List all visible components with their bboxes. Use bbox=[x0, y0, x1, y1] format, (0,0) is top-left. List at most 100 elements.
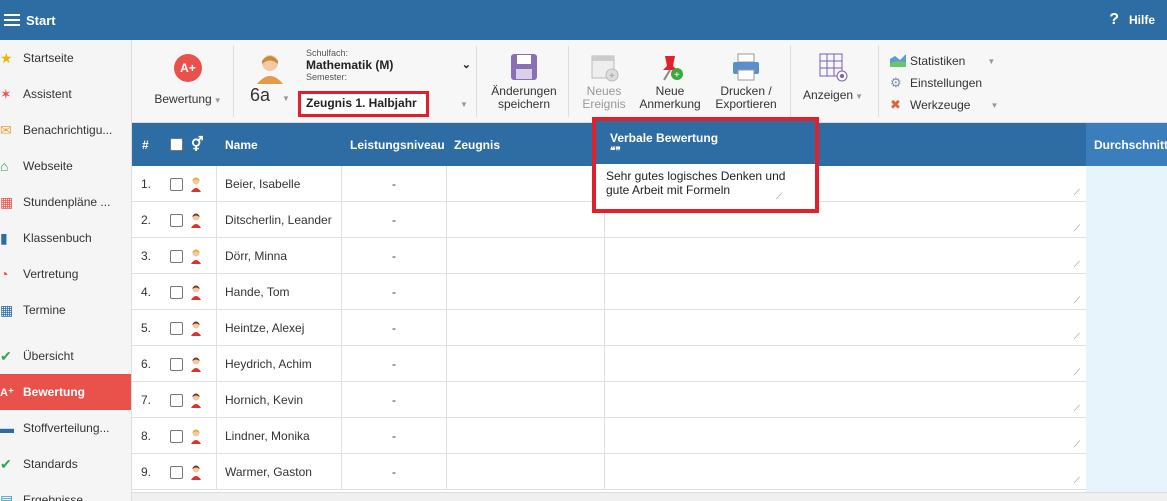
new-event-button[interactable]: + Neues Ereignis bbox=[576, 52, 632, 111]
row-checkbox[interactable] bbox=[170, 213, 183, 227]
row-checkbox-cell[interactable] bbox=[170, 346, 183, 382]
resize-handle-icon[interactable]: ⟋ bbox=[776, 191, 782, 202]
resize-handle-icon[interactable]: ⟋ bbox=[1074, 439, 1080, 450]
sidebar-item-1[interactable]: ✶ Assistent bbox=[0, 76, 131, 112]
bewertung-dropdown-button[interactable]: A+ Bewertung ▼ bbox=[152, 54, 224, 106]
performance-level[interactable]: - bbox=[342, 454, 446, 490]
student-name[interactable]: Heydrich, Achim bbox=[225, 346, 312, 382]
horizontal-scrollbar[interactable] bbox=[132, 492, 1167, 501]
show-dropdown-button[interactable]: Anzeigen ▼ bbox=[798, 52, 868, 103]
performance-level[interactable]: - bbox=[342, 274, 446, 310]
student-name[interactable]: Heintze, Alexej bbox=[225, 310, 304, 346]
row-checkbox[interactable] bbox=[170, 429, 183, 443]
resize-handle-icon[interactable]: ⟋ bbox=[1074, 259, 1080, 270]
sidebar-item-0[interactable]: ★ Startseite bbox=[0, 40, 131, 76]
student-name[interactable]: Dörr, Minna bbox=[225, 238, 287, 274]
student-name[interactable]: Lindner, Monika bbox=[225, 418, 310, 454]
zeugnis-cell[interactable] bbox=[447, 382, 604, 418]
row-checkbox[interactable] bbox=[170, 393, 183, 407]
row-checkbox[interactable] bbox=[170, 357, 183, 371]
row-checkbox-cell[interactable] bbox=[170, 202, 183, 238]
sidebar-item-9[interactable]: A⁺ Bewertung bbox=[0, 374, 131, 410]
student-name[interactable]: Warmer, Gaston bbox=[225, 454, 312, 490]
zeugnis-cell[interactable] bbox=[447, 166, 604, 202]
row-checkbox-cell[interactable] bbox=[170, 238, 183, 274]
resize-handle-icon[interactable]: ⟋ bbox=[1074, 223, 1080, 234]
student-name[interactable]: Hande, Tom bbox=[225, 274, 289, 310]
semester-select[interactable]: Zeugnis 1. Halbjahr bbox=[298, 91, 429, 117]
row-checkbox-cell[interactable] bbox=[170, 166, 183, 202]
resize-handle-icon[interactable]: ⟋ bbox=[1074, 367, 1080, 378]
sidebar-item-11[interactable]: ✔ Standards bbox=[0, 446, 131, 482]
subject-selector[interactable]: Schulfach: Mathematik (M) ⌄ Semester: bbox=[306, 48, 471, 82]
zeugnis-cell[interactable] bbox=[447, 202, 604, 238]
class-selector[interactable]: 6a ▼ bbox=[242, 50, 298, 106]
sidebar-item-8[interactable]: ✔ Übersicht bbox=[0, 338, 131, 374]
verbal-assessment-input[interactable]: Sehr gutes logisches Denken und gute Arb… bbox=[606, 169, 788, 201]
performance-level[interactable]: - bbox=[342, 418, 446, 454]
header-level[interactable]: Leistungsniveau bbox=[350, 123, 445, 166]
row-checkbox-cell[interactable] bbox=[170, 382, 183, 418]
zeugnis-cell[interactable] bbox=[447, 274, 604, 310]
row-checkbox-cell[interactable] bbox=[170, 274, 183, 310]
row-checkbox-cell[interactable] bbox=[170, 418, 183, 454]
app-title[interactable]: Start bbox=[26, 13, 56, 28]
sidebar-item-7[interactable]: ▦ Termine bbox=[0, 292, 131, 328]
sidebar-item-10[interactable]: ▬ Stoffverteilung... bbox=[0, 410, 131, 446]
chevron-down-icon[interactable]: ▼ bbox=[460, 100, 468, 109]
row-checkbox-cell[interactable] bbox=[170, 310, 183, 346]
sidebar-item-3[interactable]: ⌂ Webseite bbox=[0, 148, 131, 184]
header-verbal-assessment[interactable]: Verbale Bewertung ❝❞ bbox=[596, 121, 815, 164]
row-checkbox[interactable] bbox=[170, 285, 183, 299]
verbal-assessment-cell[interactable]: ⟋ bbox=[605, 454, 1086, 490]
performance-level[interactable]: - bbox=[342, 202, 446, 238]
verbal-assessment-cell[interactable]: ⟋ bbox=[605, 418, 1086, 454]
print-export-button[interactable]: Drucken / Exportieren bbox=[708, 52, 784, 111]
resize-handle-icon[interactable]: ⟋ bbox=[1074, 331, 1080, 342]
new-note-button[interactable]: + Neue Anmerkung bbox=[636, 52, 704, 111]
sidebar-item-12[interactable]: ▤ Ergebnisse bbox=[0, 482, 131, 501]
zeugnis-cell[interactable] bbox=[447, 310, 604, 346]
tools-menu-item[interactable]: ✖ Werkzeuge ▼ bbox=[890, 94, 998, 116]
row-checkbox[interactable] bbox=[170, 321, 183, 335]
verbal-assessment-cell[interactable]: ⟋ bbox=[605, 310, 1086, 346]
performance-level[interactable]: - bbox=[342, 346, 446, 382]
verbal-assessment-cell[interactable]: ⟋ bbox=[605, 274, 1086, 310]
sidebar-item-5[interactable]: ▮ Klassenbuch bbox=[0, 220, 131, 256]
resize-handle-icon[interactable]: ⟋ bbox=[1074, 295, 1080, 306]
performance-level[interactable]: - bbox=[342, 238, 446, 274]
verbal-assessment-cell[interactable]: ⟋ bbox=[605, 382, 1086, 418]
performance-level[interactable]: - bbox=[342, 382, 446, 418]
sidebar-item-4[interactable]: ▦ Stundenpläne ... bbox=[0, 184, 131, 220]
student-name[interactable]: Hornich, Kevin bbox=[225, 382, 303, 418]
row-checkbox[interactable] bbox=[170, 177, 183, 191]
save-changes-button[interactable]: Änderungen speichern bbox=[484, 52, 564, 111]
header-select-all[interactable] bbox=[170, 123, 183, 166]
performance-level[interactable]: - bbox=[342, 310, 446, 346]
sidebar-item-2[interactable]: ✉ Benachrichtigu... bbox=[0, 112, 131, 148]
header-name[interactable]: Name bbox=[225, 123, 258, 166]
row-checkbox-cell[interactable] bbox=[170, 454, 183, 490]
resize-handle-icon[interactable]: ⟋ bbox=[1074, 187, 1080, 198]
student-name[interactable]: Beier, Isabelle bbox=[225, 166, 300, 202]
row-checkbox[interactable] bbox=[170, 249, 183, 263]
resize-handle-icon[interactable]: ⟋ bbox=[1074, 475, 1080, 486]
sidebar-item-6[interactable]: ◔ Vertretung bbox=[0, 256, 131, 292]
verbal-assessment-cell[interactable]: ⟋ bbox=[605, 238, 1086, 274]
select-all-checkbox[interactable] bbox=[170, 138, 183, 151]
zeugnis-cell[interactable] bbox=[447, 346, 604, 382]
row-checkbox[interactable] bbox=[170, 465, 183, 479]
zeugnis-cell[interactable] bbox=[447, 238, 604, 274]
help-button[interactable]: ? Hilfe bbox=[1109, 0, 1155, 40]
settings-menu-item[interactable]: ⚙ Einstellungen bbox=[890, 72, 998, 94]
header-average[interactable]: Durchschnitt bbox=[1086, 123, 1167, 166]
resize-handle-icon[interactable]: ⟋ bbox=[1074, 403, 1080, 414]
performance-level[interactable]: - bbox=[342, 166, 446, 202]
student-name[interactable]: Ditscherlin, Leander bbox=[225, 202, 332, 238]
zeugnis-cell[interactable] bbox=[447, 454, 604, 490]
header-zeugnis[interactable]: Zeugnis bbox=[454, 123, 500, 166]
hamburger-menu-icon[interactable] bbox=[4, 14, 20, 26]
zeugnis-cell[interactable] bbox=[447, 418, 604, 454]
verbal-assessment-cell[interactable]: ⟋ bbox=[605, 346, 1086, 382]
statistics-menu-item[interactable]: Statistiken ▼ bbox=[890, 50, 998, 72]
